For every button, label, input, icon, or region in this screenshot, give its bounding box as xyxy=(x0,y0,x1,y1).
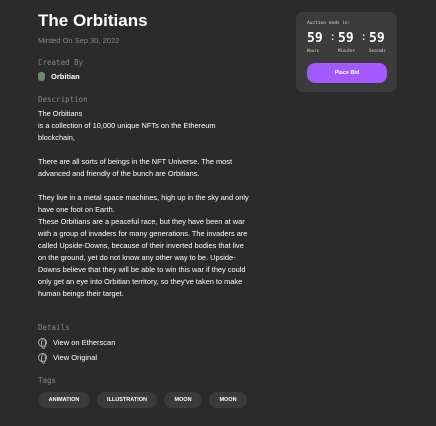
place-bid-button[interactable]: Place Bid xyxy=(307,63,387,83)
separator: : xyxy=(331,32,335,43)
link-label: View on Etherscan xyxy=(53,338,116,347)
avatar xyxy=(38,72,45,81)
view-etherscan-link[interactable]: View on Etherscan xyxy=(38,338,116,349)
creator-link[interactable]: Orbitian xyxy=(38,72,80,81)
description-text: The Orbitians is a collection of 10,000 … xyxy=(38,109,249,298)
separator: : xyxy=(362,32,366,43)
created-by-label: Created By xyxy=(38,58,84,67)
tag-list: ANIMATION ILLUSTRATION MOON MOON xyxy=(38,392,247,408)
details-label: Details xyxy=(38,323,70,332)
tag-illustration[interactable]: ILLUSTRATION xyxy=(97,392,157,408)
view-original-link[interactable]: View Original xyxy=(38,353,98,364)
seconds-label: Seconds xyxy=(369,48,386,53)
auction-card: Auction ends in: 59 Hours : 59 Minutes : 5… xyxy=(296,12,397,92)
tag-moon[interactable]: MOON xyxy=(209,392,247,408)
countdown-timer: 59 Hours : 59 Minutes : 59 Seconds xyxy=(307,31,393,53)
tags-label: Tags xyxy=(38,376,57,385)
seconds-value: 59 xyxy=(369,31,385,46)
hours-label: Hours xyxy=(307,48,320,53)
minted-date: Minted On Sep 30, 2022 xyxy=(38,36,120,45)
auction-label: Auction ends in: xyxy=(307,21,351,26)
hours-value: 59 xyxy=(307,31,323,46)
minutes-label: Minutes xyxy=(338,48,355,53)
globe-icon xyxy=(38,353,47,364)
minutes-value: 59 xyxy=(338,31,354,46)
creator-name: Orbitian xyxy=(51,72,80,81)
globe-icon xyxy=(38,338,47,349)
tag-moon[interactable]: MOON xyxy=(164,392,202,408)
tag-animation[interactable]: ANIMATION xyxy=(38,392,90,408)
link-label: View Original xyxy=(53,353,98,362)
description-label: Description xyxy=(38,95,88,104)
page-title: The Orbitians xyxy=(38,11,148,30)
